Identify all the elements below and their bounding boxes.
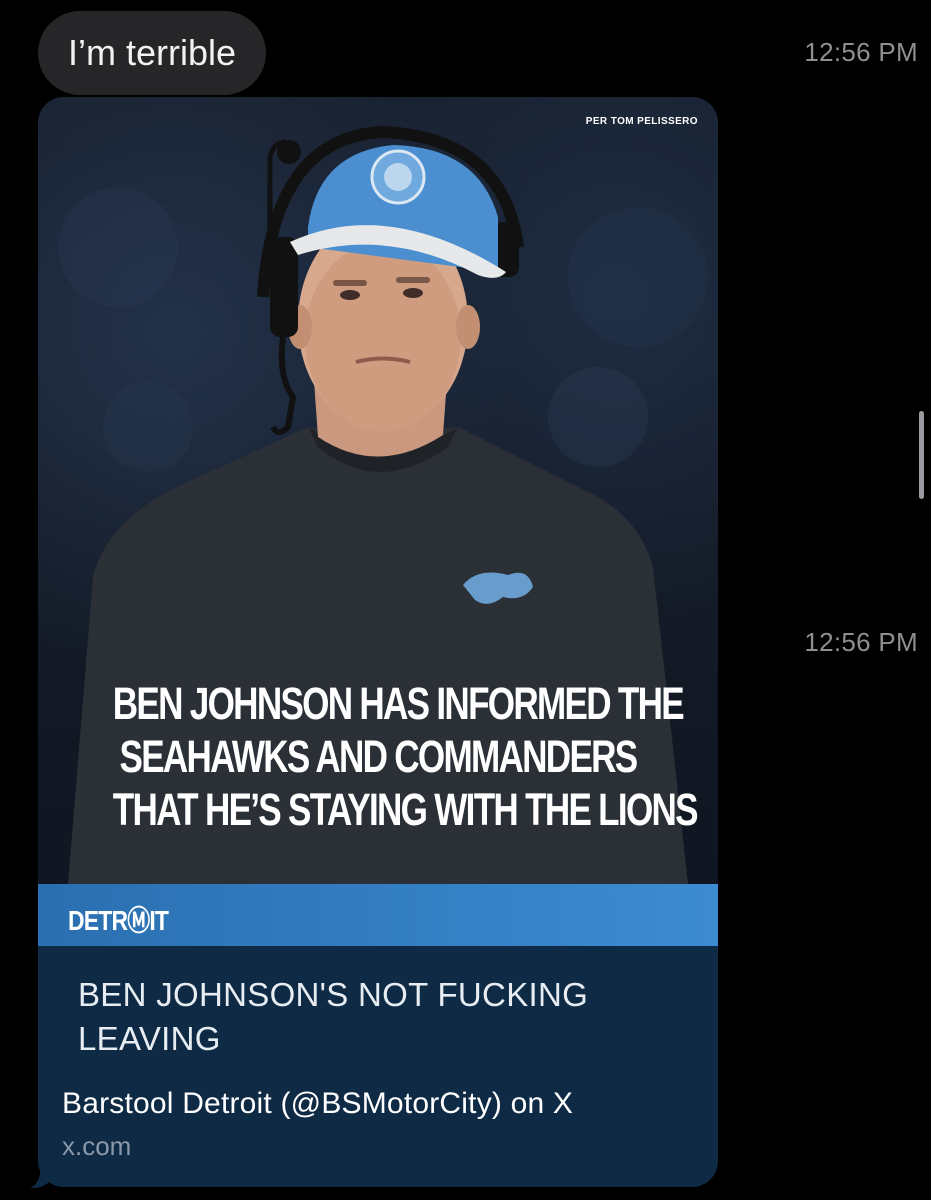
preview-site-title[interactable]: Barstool Detroit (@BSMotorCity) on X — [62, 1087, 573, 1121]
message-timestamp: 12:56 PM — [804, 37, 918, 67]
brand-bar: DETRⓂIT — [38, 884, 718, 946]
messages-screen: I’m terrible 12:56 PM 12:56 PM PER TOM P… — [0, 0, 931, 1200]
preview-image: PER TOM PELISSERO BEN JOHNSON HAS INFORM… — [38, 97, 718, 884]
barstool-detroit-logo: DETRⓂIT — [68, 905, 169, 936]
scroll-indicator[interactable] — [919, 411, 924, 499]
message-timestamp: 12:56 PM — [804, 627, 918, 657]
headline-line: THAT HE’S STAYING WITH THE LIONS — [112, 784, 699, 835]
image-headline: BEN JOHNSON HAS INFORMED THE SEAHAWKS AN… — [112, 677, 699, 836]
headline-line: BEN JOHNSON HAS INFORMED THE — [112, 678, 685, 729]
headline-line: SEAHAWKS AND COMMANDERS — [119, 731, 639, 782]
preview-domain: x.com — [62, 1131, 132, 1161]
preview-caption: BEN JOHNSON'S NOT FUCKING LEAVING — [78, 976, 589, 1057]
link-preview-card[interactable]: PER TOM PELISSERO BEN JOHNSON HAS INFORM… — [38, 97, 718, 1187]
message-bubble-text[interactable]: I’m terrible — [38, 11, 267, 95]
image-credit: PER TOM PELISSERO — [585, 116, 698, 127]
